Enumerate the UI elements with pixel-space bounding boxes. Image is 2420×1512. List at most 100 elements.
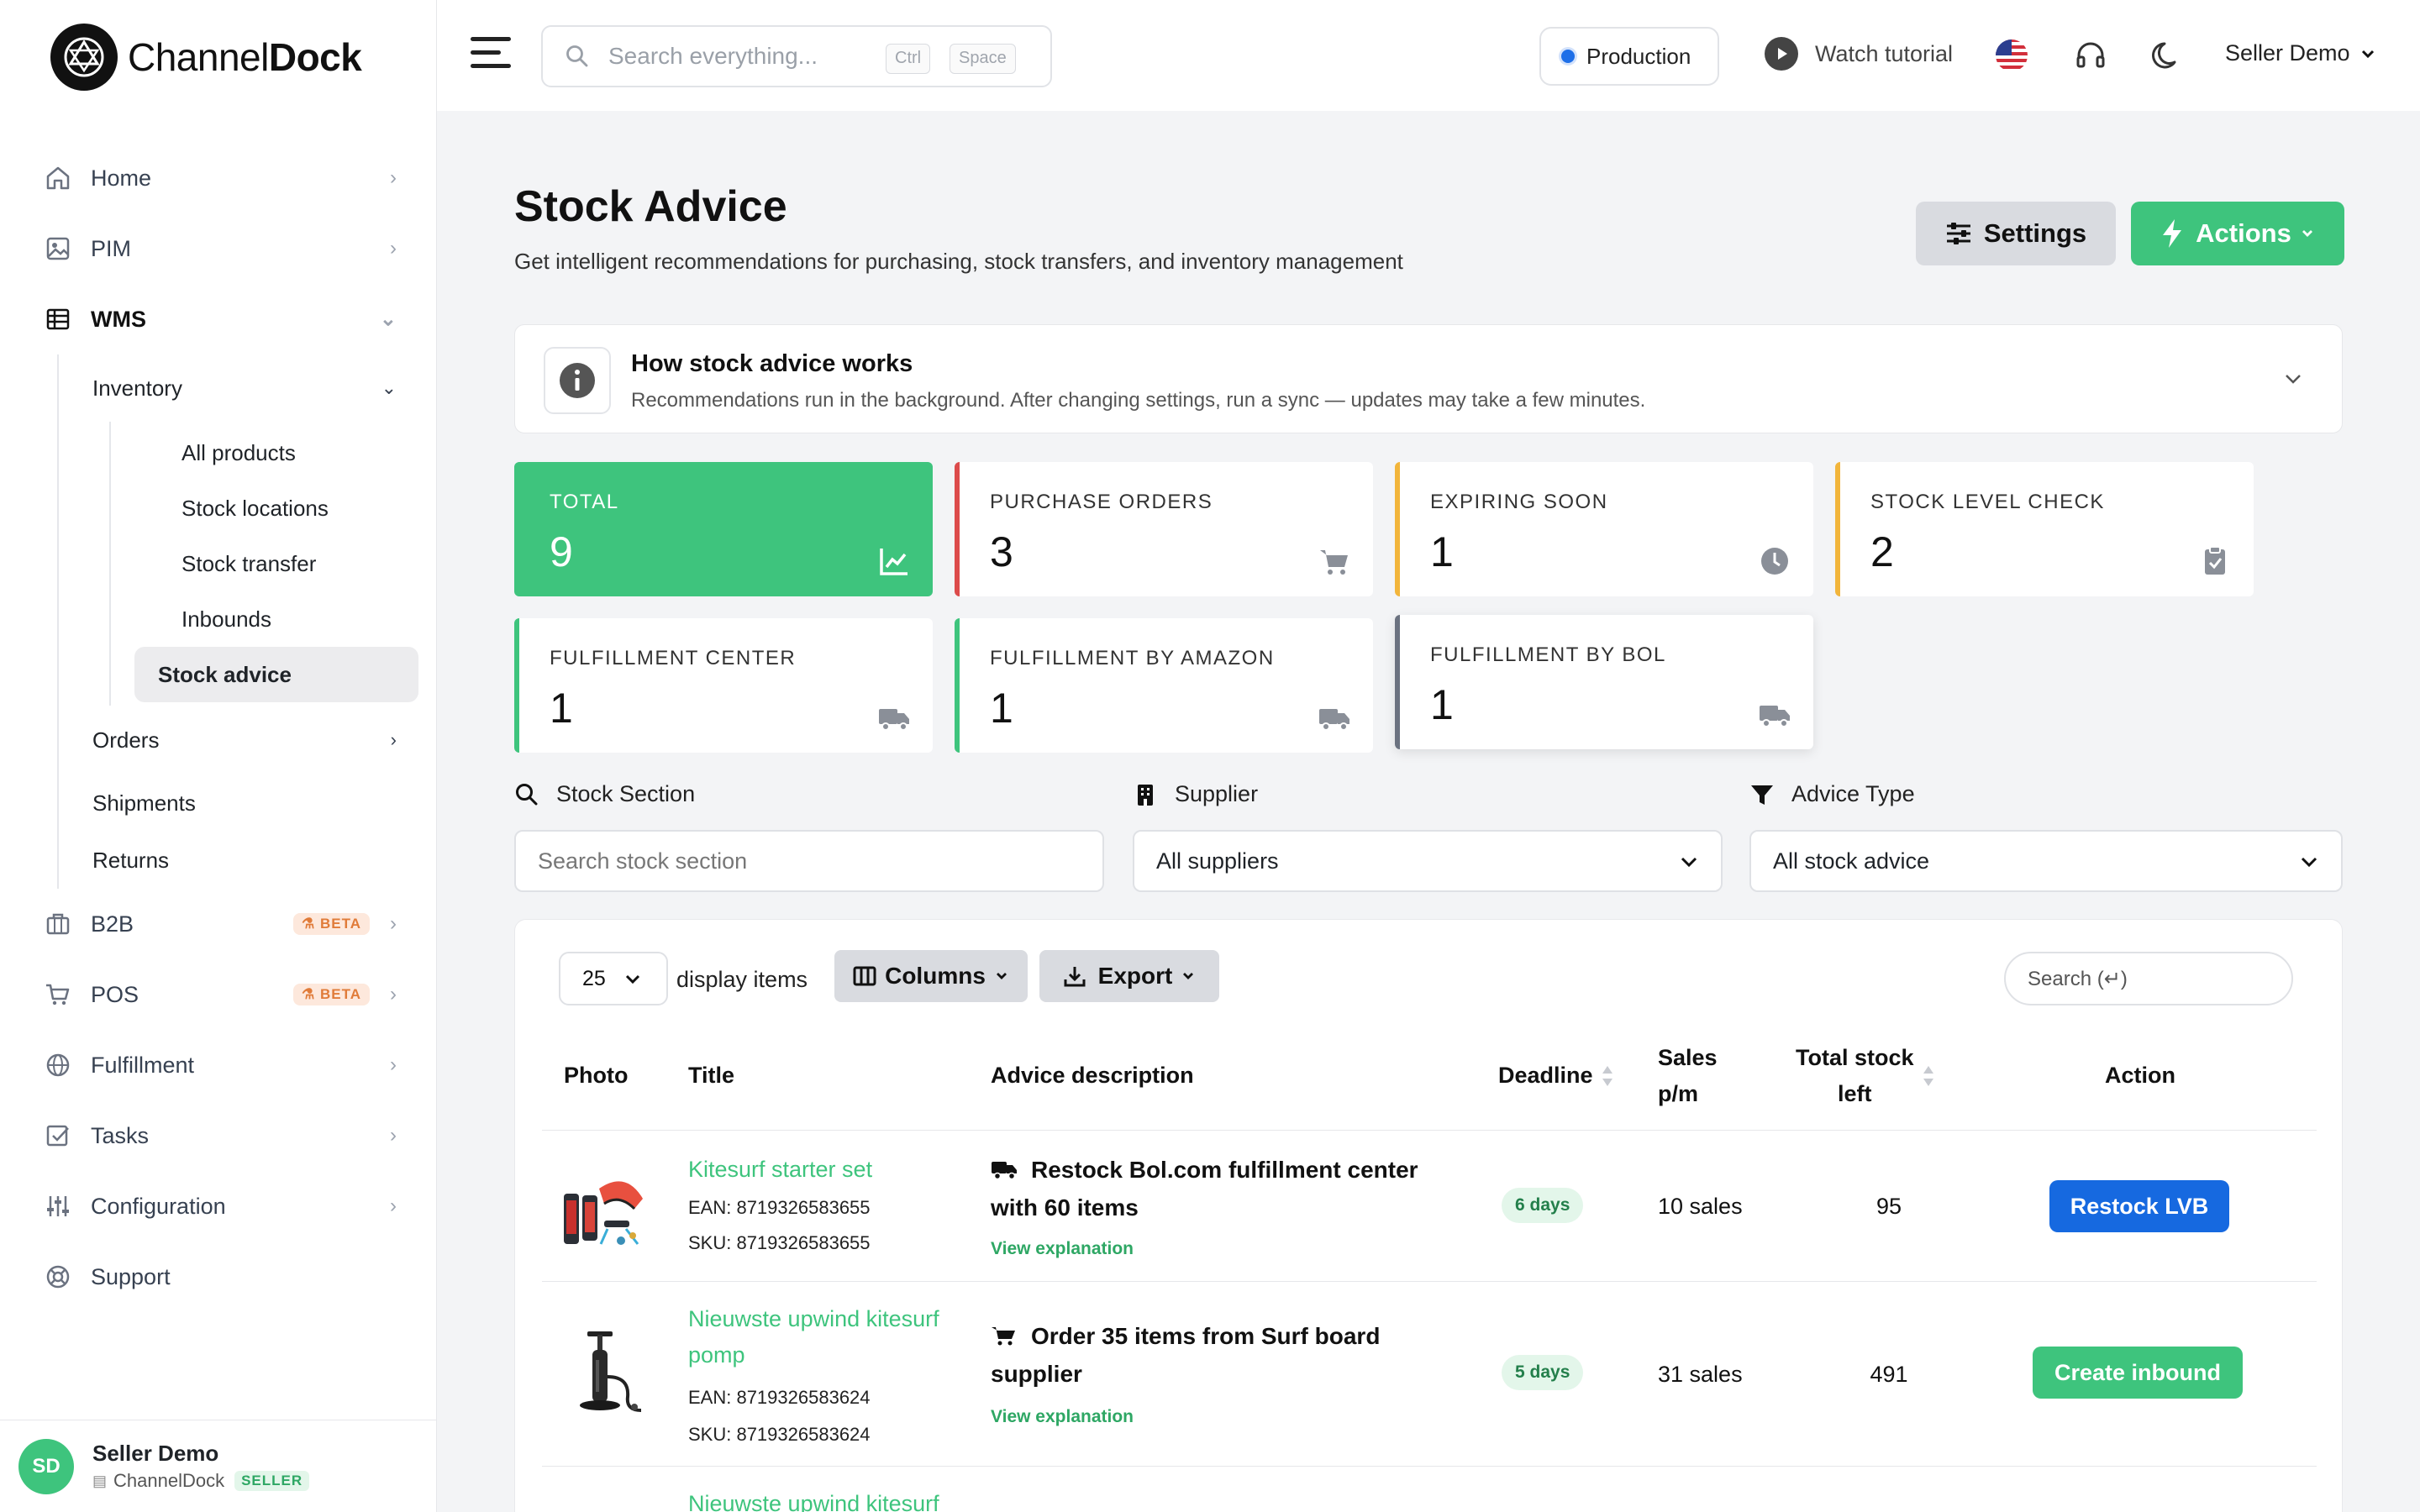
- product-title-link[interactable]: Nieuwste upwind kitesurf: [688, 1486, 974, 1512]
- sidebar-item-label: Fulfillment: [91, 1052, 195, 1078]
- sidebar-item-inbounds[interactable]: Inbounds: [134, 591, 418, 647]
- stat-value: 2: [1870, 528, 1894, 575]
- environment-badge[interactable]: Production: [1539, 27, 1719, 86]
- sidebar-item-stock-transfer[interactable]: Stock transfer: [134, 536, 418, 591]
- sidebar-item-label: WMS: [91, 306, 146, 332]
- product-title-link[interactable]: Nieuwste upwind kitesurf pomp: [688, 1301, 974, 1373]
- user-menu[interactable]: Seller Demo: [2225, 40, 2377, 66]
- per-page-select[interactable]: 25: [559, 952, 668, 1005]
- settings-button[interactable]: Settings: [1916, 202, 2116, 265]
- chevron-down-icon: ⌄: [381, 377, 397, 398]
- view-explanation-link[interactable]: View explanation: [991, 1407, 1134, 1427]
- chevron-right-icon: ›: [390, 237, 397, 260]
- topbar: Search everything... Ctrl Space Producti…: [437, 0, 2420, 111]
- stock-advice-table: 25 display items Columns Export Search (…: [514, 919, 2343, 1512]
- sidebar-item-inventory[interactable]: Inventory ⌄: [59, 354, 437, 422]
- stat-card-purchase-orders[interactable]: PURCHASE ORDERS 3: [955, 462, 1373, 596]
- clipboard-check-icon: [2205, 546, 2225, 575]
- product-title-link[interactable]: Kitesurf starter set: [688, 1152, 974, 1188]
- sidebar-item-tasks[interactable]: Tasks ›: [0, 1100, 437, 1171]
- sidebar-item-home[interactable]: Home ›: [0, 143, 437, 213]
- sidebar-item-returns[interactable]: Returns: [59, 832, 437, 889]
- us-flag-icon[interactable]: [1995, 39, 2028, 72]
- sidebar-item-pos[interactable]: POS ⚗ BETA ›: [0, 959, 437, 1030]
- sidebar-item-support[interactable]: Support: [0, 1242, 437, 1312]
- col-header-total-stock[interactable]: Total stock left: [1796, 1034, 1934, 1118]
- checkbox-icon: [44, 1121, 72, 1150]
- image-icon: [44, 234, 72, 263]
- briefcase-icon: [44, 910, 72, 938]
- actions-button[interactable]: Actions: [2131, 202, 2344, 265]
- product-title-line: Nieuwste upwind kitesurf: [688, 1306, 939, 1331]
- col-header-label: Sales: [1658, 1044, 1718, 1070]
- deadline-badge: 5 days: [1502, 1355, 1584, 1390]
- advice-description: Restock Bol.com fulfillment center with …: [991, 1152, 1444, 1227]
- sidebar-item-fulfillment[interactable]: Fulfillment ›: [0, 1030, 437, 1100]
- advice-description: Order 35 items from Surf board supplier: [991, 1318, 1444, 1394]
- building-icon: ▤: [92, 1472, 108, 1489]
- chevron-right-icon: ›: [390, 729, 397, 750]
- chevron-down-icon[interactable]: [2281, 367, 2305, 391]
- brand-logo[interactable]: ChannelDock: [50, 24, 362, 91]
- stat-value: 9: [550, 528, 573, 575]
- table-search-input[interactable]: Search (↵): [2004, 952, 2293, 1005]
- stat-card-fulfillment-by-bol[interactable]: FULFILLMENT BY BOL 1: [1395, 615, 1813, 749]
- sidebar-item-stock-advice[interactable]: Stock advice: [134, 647, 418, 702]
- logo-mark-icon: [50, 24, 118, 91]
- product-title-line: pomp: [688, 1342, 745, 1368]
- stat-card-total[interactable]: TOTAL 9: [514, 462, 933, 596]
- watch-tutorial-button[interactable]: Watch tutorial: [1765, 37, 1953, 71]
- export-button[interactable]: Export: [1039, 950, 1219, 1002]
- stat-card-fulfillment-by-amazon[interactable]: FULFILLMENT BY AMAZON 1: [955, 618, 1373, 753]
- stat-card-stock-level-check[interactable]: STOCK LEVEL CHECK 2: [1835, 462, 2254, 596]
- sidebar: ChannelDock Home › PIM › WMS ⌄ Inventory…: [0, 0, 437, 1512]
- restock-lvb-button[interactable]: Restock LVB: [2049, 1180, 2229, 1232]
- sidebar-nav: Home › PIM › WMS ⌄ Inventory ⌄ All produ…: [0, 143, 437, 1312]
- dark-mode-moon-icon[interactable]: [2151, 39, 2185, 72]
- advice-line: Order 35 items from Surf board: [991, 1318, 1444, 1356]
- col-header-deadline[interactable]: Deadline: [1498, 1034, 1613, 1118]
- advice-text: with 60 items: [991, 1194, 1139, 1221]
- chevron-down-icon: [2302, 230, 2312, 237]
- sidebar-item-label: Inbounds: [182, 606, 271, 632]
- global-search-input[interactable]: Search everything... Ctrl Space: [541, 25, 1052, 87]
- stock-section-input[interactable]: Search stock section: [514, 830, 1104, 892]
- stat-label: FULFILLMENT BY AMAZON: [990, 647, 1275, 669]
- advice-type-select[interactable]: All stock advice: [1749, 830, 2343, 892]
- sidebar-item-all-products[interactable]: All products: [134, 425, 418, 480]
- columns-button[interactable]: Columns: [834, 950, 1028, 1002]
- chevron-right-icon: ›: [390, 1124, 397, 1147]
- page-subtitle: Get intelligent recommendations for purc…: [514, 249, 1403, 274]
- sidebar-item-wms[interactable]: WMS ⌄: [0, 284, 437, 354]
- sidebar-item-b2b[interactable]: B2B ⚗ BETA ›: [0, 889, 437, 959]
- sidebar-item-configuration[interactable]: Configuration ›: [0, 1171, 437, 1242]
- headset-icon[interactable]: [2074, 39, 2107, 72]
- stock-section-placeholder: Search stock section: [538, 848, 748, 874]
- sidebar-item-orders[interactable]: Orders ›: [59, 706, 437, 774]
- total-stock-value: 95: [1876, 1194, 1902, 1219]
- stat-label: PURCHASE ORDERS: [990, 491, 1213, 513]
- sidebar-item-stock-locations[interactable]: Stock locations: [134, 480, 418, 536]
- view-explanation-link[interactable]: View explanation: [991, 1239, 1134, 1259]
- product-photo[interactable]: [557, 1160, 650, 1252]
- stat-value: 1: [1430, 681, 1454, 728]
- menu-toggle-icon[interactable]: [471, 37, 511, 71]
- chevron-right-icon: ›: [390, 1053, 397, 1076]
- supplier-select[interactable]: All suppliers: [1133, 830, 1723, 892]
- sidebar-item-shipments[interactable]: Shipments: [59, 774, 437, 832]
- table-search-placeholder: Search (↵): [2028, 967, 2128, 990]
- sidebar-item-label: Returns: [92, 847, 170, 873]
- info-icon: [560, 363, 595, 398]
- sidebar-item-pim[interactable]: PIM ›: [0, 213, 437, 284]
- brand-name: ChannelDock: [128, 35, 362, 79]
- settings-label: Settings: [1983, 218, 2087, 248]
- info-panel[interactable]: How stock advice works Recommendations r…: [514, 324, 2343, 433]
- chart-line-icon: [880, 549, 908, 575]
- sidebar-user[interactable]: SD Seller Demo ▤ ChannelDock SELLER: [0, 1420, 437, 1512]
- stat-card-fulfillment-center[interactable]: FULFILLMENT CENTER 1: [514, 618, 933, 753]
- product-photo[interactable]: [557, 1326, 650, 1419]
- stat-card-expiring-soon[interactable]: EXPIRING SOON 1: [1395, 462, 1813, 596]
- chevron-right-icon: ›: [390, 912, 397, 935]
- chevron-down-icon: [2301, 857, 2317, 868]
- create-inbound-button[interactable]: Create inbound: [2033, 1347, 2243, 1399]
